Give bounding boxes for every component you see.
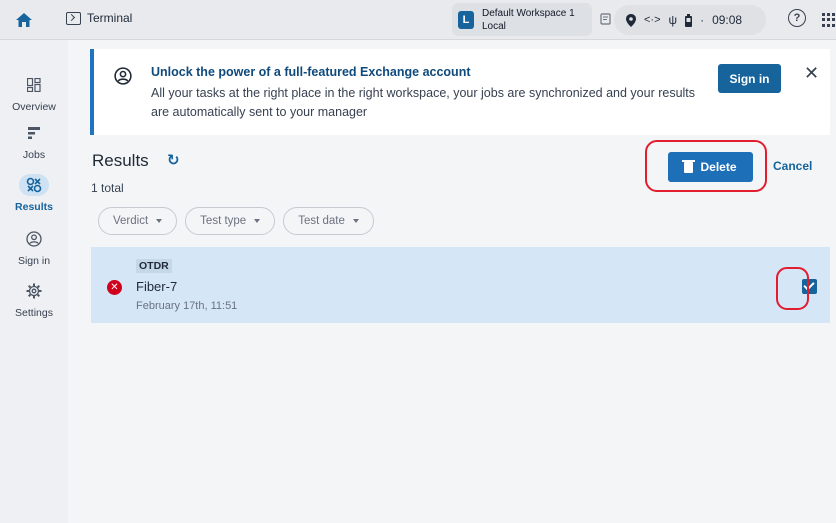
location-icon — [626, 13, 636, 27]
sidebar-item-label: Overview — [12, 101, 56, 113]
test-type-tag: OTDR — [136, 259, 172, 273]
account-icon — [114, 67, 132, 85]
highlight-annotation — [776, 267, 809, 310]
delete-button[interactable]: Delete — [668, 152, 753, 182]
workspace-sub: Local — [482, 20, 506, 32]
workspace-selector[interactable]: L Default Workspace 1 Local — [452, 3, 592, 36]
sidebar-item-settings[interactable]: Settings — [0, 280, 68, 319]
banner-text: All your tasks at the right place in the… — [151, 86, 696, 119]
terminal-tab[interactable]: Terminal — [66, 11, 132, 25]
fail-verdict-icon: ✕ — [107, 280, 122, 295]
sidebar: Overview Jobs Results Sign in Settings — [0, 40, 68, 523]
overview-icon — [19, 74, 49, 96]
jobs-icon — [19, 122, 49, 144]
sidebar-item-jobs[interactable]: Jobs — [0, 122, 68, 161]
help-icon[interactable]: ? — [788, 9, 806, 27]
sign-in-button[interactable]: Sign in — [718, 64, 781, 93]
exchange-promo-banner: Unlock the power of a full-featured Exch… — [90, 49, 830, 135]
apps-grid-icon[interactable] — [822, 13, 836, 27]
battery-icon — [685, 13, 693, 27]
terminal-icon — [66, 11, 81, 25]
filter-test-type[interactable]: Test type — [185, 207, 276, 235]
result-date: February 17th, 11:51 — [136, 300, 238, 312]
home-icon — [16, 13, 32, 27]
status-tray[interactable]: <·> ψ · 09:08 — [614, 5, 766, 35]
notes-icon[interactable] — [600, 13, 612, 25]
filter-bar: Verdict Test type Test date — [98, 207, 374, 235]
top-bar: Terminal L Default Workspace 1 Local <·>… — [0, 0, 836, 40]
separator-dot: · — [700, 13, 705, 27]
close-icon[interactable]: ✕ — [804, 63, 819, 84]
filter-label: Verdict — [113, 215, 149, 227]
workspace-badge: L — [458, 10, 474, 29]
usb-icon: ψ — [668, 13, 678, 27]
gear-icon — [19, 280, 49, 302]
sidebar-item-label: Sign in — [17, 255, 51, 267]
cancel-button[interactable]: Cancel — [773, 159, 812, 173]
filter-label: Test date — [298, 215, 345, 227]
list-item[interactable]: OTDR ✕ Fiber-7 February 17th, 11:51 — [91, 247, 830, 323]
workspace-text: Default Workspace 1 Local — [482, 7, 575, 33]
home-button[interactable] — [10, 6, 38, 34]
account-icon — [19, 228, 49, 250]
results-icon — [19, 174, 49, 196]
sidebar-item-results[interactable]: Results — [0, 174, 68, 213]
chevron-down-icon — [254, 219, 261, 223]
workspace-name: Default Workspace 1 — [482, 7, 575, 19]
banner-title: Unlock the power of a full-featured Exch… — [151, 65, 471, 79]
sidebar-item-overview[interactable]: Overview — [0, 74, 68, 113]
network-icon: <·> — [644, 14, 661, 26]
sidebar-item-label: Settings — [15, 307, 53, 319]
sidebar-item-label: Jobs — [22, 149, 46, 161]
filter-label: Test type — [200, 215, 247, 227]
filter-verdict[interactable]: Verdict — [98, 207, 178, 235]
results-count: 1 total — [91, 181, 124, 195]
chevron-down-icon — [352, 219, 359, 223]
clock: 09:08 — [712, 13, 743, 27]
filter-test-date[interactable]: Test date — [283, 207, 374, 235]
delete-label: Delete — [700, 160, 737, 174]
refresh-icon[interactable]: ↻ — [167, 151, 180, 169]
page-title: Results — [92, 151, 149, 170]
trash-icon — [682, 159, 696, 173]
sidebar-item-label: Results — [15, 201, 53, 213]
terminal-label: Terminal — [87, 11, 133, 25]
sidebar-item-sign-in[interactable]: Sign in — [0, 228, 68, 267]
result-name: Fiber-7 — [136, 279, 178, 294]
chevron-down-icon — [156, 219, 163, 223]
